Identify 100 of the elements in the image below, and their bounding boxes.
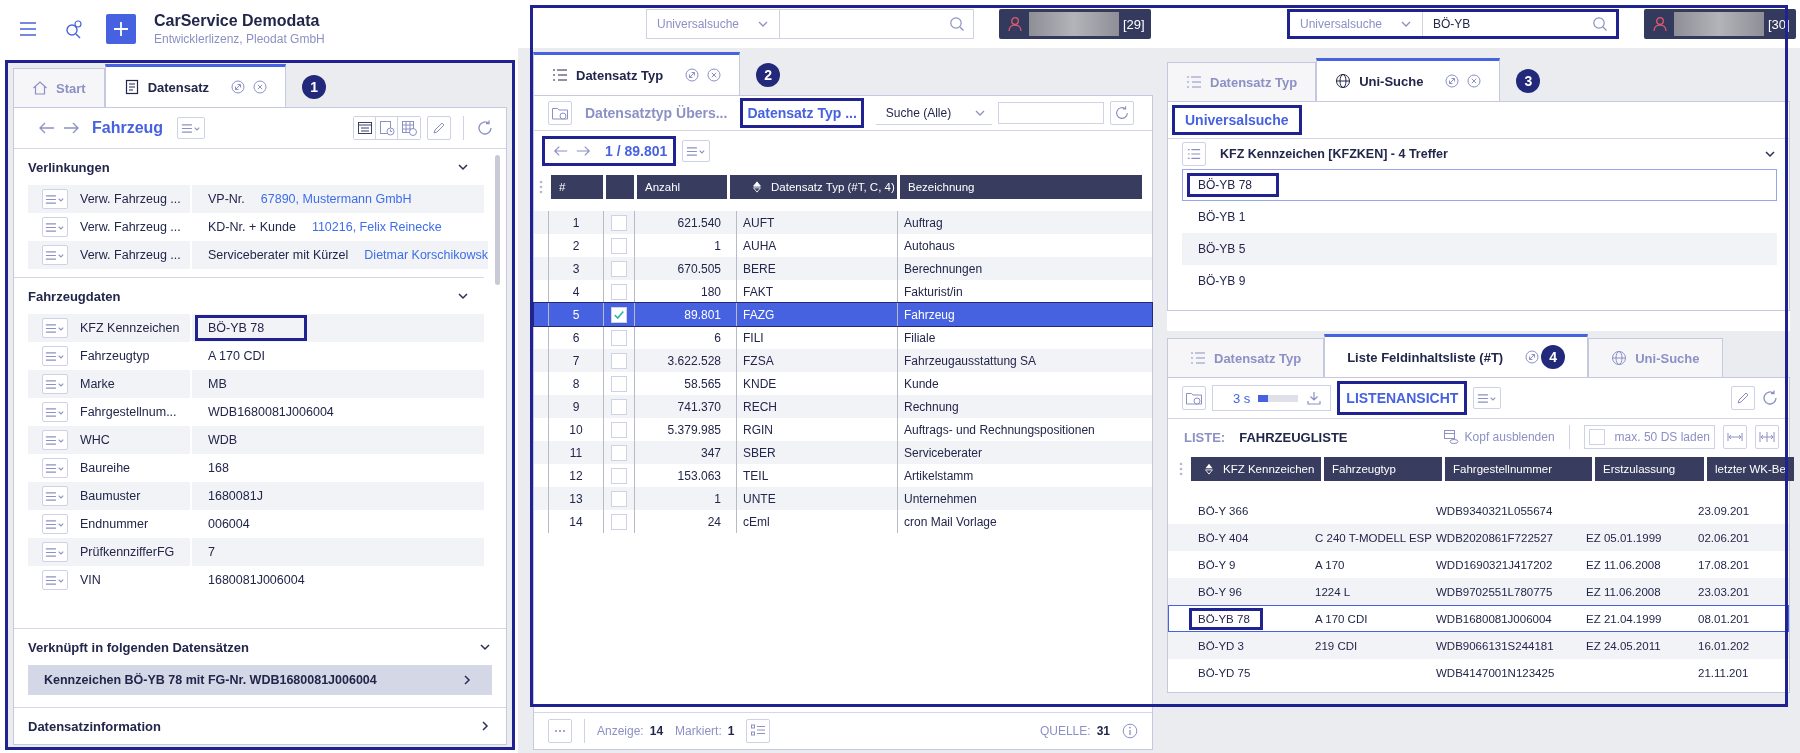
- search-result[interactable]: BÖ-YB 1: [1182, 201, 1777, 233]
- refresh-icon[interactable]: [476, 119, 494, 137]
- checkbox-column-header[interactable]: [606, 175, 634, 199]
- field-menu-button[interactable]: [42, 189, 68, 209]
- add-button[interactable]: [106, 13, 136, 44]
- field-menu-button[interactable]: [42, 458, 68, 478]
- table-row[interactable]: 5 89.801 FAZG Fahrzeug: [534, 303, 1152, 326]
- row-checkbox[interactable]: [611, 444, 627, 461]
- row-checkbox[interactable]: [611, 513, 627, 530]
- view-tab[interactable]: Datensatz Typ ...: [740, 98, 864, 128]
- tab[interactable]: Liste Feldinhaltsliste (#T) 4: [1324, 334, 1589, 377]
- row-checkbox[interactable]: [611, 260, 627, 277]
- row-checkbox[interactable]: [611, 283, 627, 300]
- edit-button[interactable]: [1731, 386, 1755, 410]
- table-row[interactable]: 3 670.505 BERE Berechnungen: [534, 257, 1152, 280]
- table-row[interactable]: 13 1 UNTE Unternehmen: [534, 487, 1152, 510]
- tab[interactable]: Datensatz: [104, 64, 287, 107]
- expand-icon[interactable]: [685, 68, 700, 82]
- column-header[interactable]: Bezeichnung: [900, 175, 1142, 199]
- field-menu-button[interactable]: [42, 430, 68, 450]
- search-icon[interactable]: [1592, 16, 1608, 32]
- scrollbar[interactable]: [495, 155, 500, 285]
- max-load-checkbox[interactable]: [1588, 429, 1605, 445]
- record-link[interactable]: Dietmar Korschikowsk: [364, 248, 488, 262]
- column-header[interactable]: KFZ Kennzeichen: [1191, 457, 1321, 481]
- expand-icon[interactable]: [231, 80, 246, 94]
- close-icon[interactable]: [707, 68, 722, 82]
- record-link[interactable]: 67890, Mustermann GmbH: [260, 192, 412, 206]
- form-view-button[interactable]: [354, 117, 376, 139]
- forward-arrow-icon[interactable]: [575, 143, 591, 159]
- search-settings-icon[interactable]: [64, 18, 84, 39]
- search-result[interactable]: BÖ-YB 5: [1182, 233, 1777, 265]
- record-link[interactable]: 110216, Felix Reinecke: [311, 220, 442, 234]
- group-list-button[interactable]: [1182, 142, 1206, 166]
- marked-list-button[interactable]: [746, 719, 771, 743]
- field-menu-button[interactable]: [42, 514, 68, 534]
- menu-dropdown-button[interactable]: [1473, 387, 1502, 409]
- row-checkbox[interactable]: [611, 421, 627, 438]
- edit-button[interactable]: [427, 116, 451, 140]
- tab[interactable]: Uni-Suche: [1316, 58, 1501, 101]
- more-button[interactable]: [548, 719, 572, 743]
- table-row[interactable]: 9 741.370 RECH Rechnung: [534, 395, 1152, 418]
- column-header[interactable]: Anzahl: [637, 175, 727, 199]
- back-arrow-icon[interactable]: [553, 143, 569, 159]
- field-menu-button[interactable]: [42, 245, 68, 265]
- row-checkbox[interactable]: [611, 352, 627, 369]
- expand-icon[interactable]: [1445, 74, 1460, 88]
- menu-dropdown-button[interactable]: [682, 140, 711, 162]
- linked-record-item[interactable]: Kennzeichen BÖ-YB 78 mit FG-Nr. WDB1680081J006004: [28, 665, 492, 695]
- table-row[interactable]: 1 621.540 AUFT Auftrag: [534, 211, 1152, 234]
- field-menu-button[interactable]: [42, 318, 68, 338]
- field-menu-button[interactable]: [42, 486, 68, 506]
- user-button[interactable]: [29]: [999, 9, 1151, 39]
- field-menu-button[interactable]: [42, 346, 68, 366]
- close-icon[interactable]: [1467, 74, 1482, 88]
- table-row[interactable]: 7 3.622.528 FZSA Fahrzeugausstattung SA: [534, 349, 1152, 372]
- info-icon[interactable]: [1122, 723, 1138, 739]
- refresh-button[interactable]: [1109, 101, 1134, 125]
- row-checkbox[interactable]: [611, 375, 627, 392]
- menu-dropdown-button[interactable]: [177, 117, 206, 139]
- refresh-icon[interactable]: [1761, 389, 1779, 407]
- drag-handle-icon[interactable]: [1179, 462, 1183, 476]
- column-width-button[interactable]: [1755, 425, 1779, 449]
- column-header[interactable]: #: [551, 175, 603, 199]
- column-header[interactable]: Erstzulassung: [1595, 457, 1704, 481]
- row-checkbox[interactable]: [611, 306, 627, 323]
- expand-icon[interactable]: [1525, 350, 1540, 364]
- table-row[interactable]: BÖ-Y 96 1224 L WDB9702551L780775 EZ 11.06.2008 23.03.201: [1168, 578, 1789, 605]
- table-row[interactable]: 14 24 cEml cron Mail Vorlage: [534, 510, 1152, 533]
- search-scope-dropdown[interactable]: Suche (Alle): [875, 101, 992, 125]
- row-checkbox[interactable]: [611, 398, 627, 415]
- fit-width-button[interactable]: [1723, 425, 1747, 449]
- tab[interactable]: Datensatz Typ: [533, 52, 741, 95]
- column-header[interactable]: letzter WK-Be: [1707, 457, 1794, 481]
- table-row[interactable]: BÖ-YB 78 A 170 CDI WDB1680081J006004 EZ 21.04.1999 08.01.201: [1168, 605, 1789, 632]
- search-result[interactable]: BÖ-YB 9: [1182, 265, 1777, 297]
- field-menu-button[interactable]: [42, 570, 68, 590]
- table-row[interactable]: BÖ-Y 404 C 240 T-MODELL ESP WDB2020861F722527 EZ 05.01.1999 02.06.201: [1168, 524, 1789, 551]
- field-menu-button[interactable]: [42, 374, 68, 394]
- column-header[interactable]: Fahrzeugtyp: [1324, 457, 1442, 481]
- field-menu-button[interactable]: [42, 402, 68, 422]
- row-checkbox[interactable]: [611, 329, 627, 346]
- table-row[interactable]: BÖ-YD 75 WDB4147001N123425 21.11.201: [1168, 659, 1789, 686]
- field-menu-button[interactable]: [42, 542, 68, 562]
- search-icon[interactable]: [949, 16, 965, 32]
- drag-handle-icon[interactable]: [539, 180, 543, 194]
- close-icon[interactable]: [253, 80, 268, 94]
- table-row[interactable]: BÖ-YD 3 219 CDI WDB9066131S244181 EZ 24.05.2011 16.01.202: [1168, 632, 1789, 659]
- folder-button[interactable]: [1182, 386, 1206, 410]
- folder-button[interactable]: [548, 101, 572, 125]
- column-header[interactable]: Fahrgestellnummer: [1445, 457, 1592, 481]
- field-menu-button[interactable]: [42, 217, 68, 237]
- search-result[interactable]: BÖ-YB 78: [1182, 169, 1777, 201]
- row-checkbox[interactable]: [611, 214, 627, 231]
- table-row[interactable]: BÖ-Y 366 WDB9340321L055674 23.09.201: [1168, 497, 1789, 524]
- row-checkbox[interactable]: [611, 467, 627, 484]
- table-row[interactable]: 11 347 SBER Serviceberater: [534, 441, 1152, 464]
- row-checkbox[interactable]: [611, 490, 627, 507]
- search-input[interactable]: [997, 102, 1104, 124]
- table-row[interactable]: BÖ-Y 9 A 170 WDD1690321J417202 EZ 11.06.2008 17.08.201: [1168, 551, 1789, 578]
